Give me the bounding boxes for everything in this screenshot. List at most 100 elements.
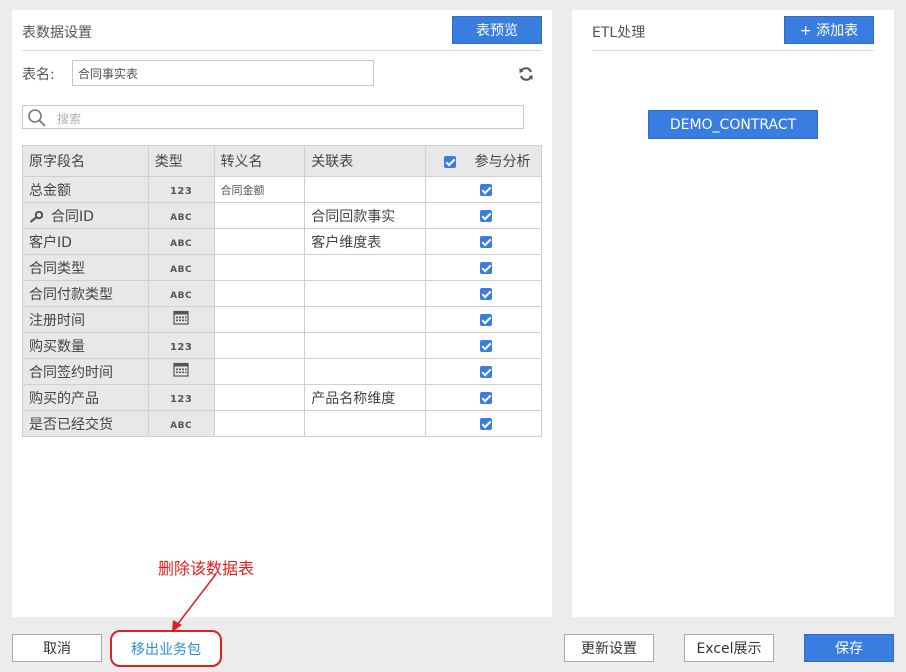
table-chip-demo-contract[interactable]: DEMO_CONTRACT: [648, 110, 818, 139]
type-text-label: ABC: [170, 420, 193, 431]
cell-alias[interactable]: [213, 202, 306, 229]
field-name: 购买数量: [29, 338, 85, 355]
cell-alias[interactable]: 合同金额: [213, 176, 306, 203]
cell-relation[interactable]: [304, 358, 427, 385]
cell-alias[interactable]: [213, 332, 306, 359]
calendar-icon: [173, 310, 189, 325]
field-name: 合同付款类型: [29, 286, 113, 303]
cell-analysis[interactable]: [425, 228, 542, 255]
table-name-label: 表名:: [22, 67, 55, 83]
relation-value: 合同回款事实: [311, 208, 396, 225]
cell-type: ABC: [147, 228, 215, 255]
alias-value: 合同金额: [220, 183, 265, 197]
cell-original-field: 客户ID: [22, 228, 149, 255]
cell-relation[interactable]: [304, 280, 427, 307]
table-row[interactable]: 客户ID ABC 客户维度表: [22, 228, 542, 255]
cell-alias[interactable]: [213, 228, 306, 255]
refresh-icon[interactable]: [518, 66, 534, 86]
excel-view-button[interactable]: Excel展示: [684, 634, 774, 662]
table-row[interactable]: 总金额 123 合同金额: [22, 176, 542, 203]
search-input[interactable]: 搜索: [22, 105, 524, 129]
analysis-checkbox[interactable]: [480, 365, 492, 378]
cell-alias[interactable]: [213, 358, 306, 385]
table-row[interactable]: 注册时间: [22, 306, 542, 333]
save-button[interactable]: 保存: [804, 634, 894, 662]
cell-relation[interactable]: 客户维度表: [304, 228, 427, 255]
header-alias: 转义名: [213, 145, 306, 177]
type-text-label: ABC: [170, 290, 193, 301]
divider: [22, 50, 542, 51]
cell-type: [147, 358, 215, 385]
select-all-checkbox[interactable]: [444, 156, 457, 168]
cell-relation[interactable]: [304, 306, 427, 333]
cell-analysis[interactable]: [425, 306, 542, 333]
analysis-checkbox[interactable]: [480, 339, 492, 352]
analysis-checkbox[interactable]: [480, 391, 492, 404]
cell-alias[interactable]: [213, 280, 306, 307]
field-name: 注册时间: [29, 312, 85, 329]
type-number-label: 123: [169, 185, 193, 197]
cell-alias[interactable]: [213, 384, 306, 411]
relation-value: 客户维度表: [311, 234, 382, 251]
cell-relation[interactable]: [304, 410, 427, 437]
cell-relation[interactable]: [304, 176, 427, 203]
etl-panel: ETL处理 + 添加表 DEMO_CONTRACT: [572, 10, 894, 617]
cell-analysis[interactable]: [425, 384, 542, 411]
cell-alias[interactable]: [213, 306, 306, 333]
panel-title: 表数据设置: [22, 25, 92, 41]
analysis-checkbox[interactable]: [480, 417, 492, 430]
add-table-button[interactable]: + 添加表: [784, 16, 874, 44]
header-analysis: 参与分析: [425, 145, 542, 177]
calendar-icon: [173, 362, 189, 377]
cell-original-field: 注册时间: [22, 306, 149, 333]
annotation-arrow: [172, 573, 217, 632]
cell-type: 123: [147, 332, 215, 359]
field-name: 是否已经交货: [29, 416, 113, 433]
field-name: 合同签约时间: [29, 364, 113, 381]
cell-analysis[interactable]: [425, 358, 542, 385]
cell-analysis[interactable]: [425, 254, 542, 281]
analysis-checkbox[interactable]: [480, 183, 492, 196]
cell-relation[interactable]: [304, 254, 427, 281]
analysis-checkbox[interactable]: [480, 313, 492, 326]
header-type: 类型: [147, 145, 215, 177]
cell-alias[interactable]: [213, 254, 306, 281]
cell-analysis[interactable]: [425, 332, 542, 359]
analysis-checkbox[interactable]: [480, 261, 492, 274]
analysis-checkbox[interactable]: [480, 287, 492, 300]
table-row[interactable]: 合同付款类型 ABC: [22, 280, 542, 307]
type-text-label: ABC: [170, 212, 193, 223]
cancel-button[interactable]: 取消: [12, 634, 102, 662]
analysis-checkbox[interactable]: [480, 235, 492, 248]
cell-alias[interactable]: [213, 410, 306, 437]
cell-type: ABC: [147, 254, 215, 281]
cell-original-field: 购买的产品: [22, 384, 149, 411]
table-row[interactable]: 合同ID ABC 合同回款事实: [22, 202, 542, 229]
table-row[interactable]: 购买数量 123: [22, 332, 542, 359]
table-row[interactable]: 购买的产品 123 产品名称维度: [22, 384, 542, 411]
table-row[interactable]: 是否已经交货 ABC: [22, 410, 542, 437]
etl-title: ETL处理: [592, 25, 646, 41]
header-analysis-label: 参与分析: [474, 154, 531, 170]
table-row[interactable]: 合同类型 ABC: [22, 254, 542, 281]
header-relation: 关联表: [304, 145, 427, 177]
cell-relation[interactable]: 产品名称维度: [304, 384, 427, 411]
key-icon: [29, 210, 44, 223]
cell-original-field: 合同ID: [22, 202, 149, 229]
table-row[interactable]: 合同签约时间: [22, 358, 542, 385]
remove-from-package-button[interactable]: 移出业务包: [110, 630, 222, 667]
table-name-input[interactable]: 合同事实表: [72, 60, 374, 86]
cell-type: 123: [147, 384, 215, 411]
update-settings-button[interactable]: 更新设置: [564, 634, 654, 662]
cell-original-field: 合同类型: [22, 254, 149, 281]
cell-relation[interactable]: 合同回款事实: [304, 202, 427, 229]
cell-analysis[interactable]: [425, 176, 542, 203]
table-preview-button[interactable]: 表预览: [452, 16, 542, 44]
cell-relation[interactable]: [304, 332, 427, 359]
analysis-checkbox[interactable]: [480, 209, 492, 222]
cell-analysis[interactable]: [425, 280, 542, 307]
cell-analysis[interactable]: [425, 202, 542, 229]
relation-value: 产品名称维度: [311, 390, 396, 407]
cell-analysis[interactable]: [425, 410, 542, 437]
table-settings-panel: 表数据设置 表预览 表名: 合同事实表 搜索 原字段名 类型 转义名 关联表 参…: [12, 10, 552, 617]
